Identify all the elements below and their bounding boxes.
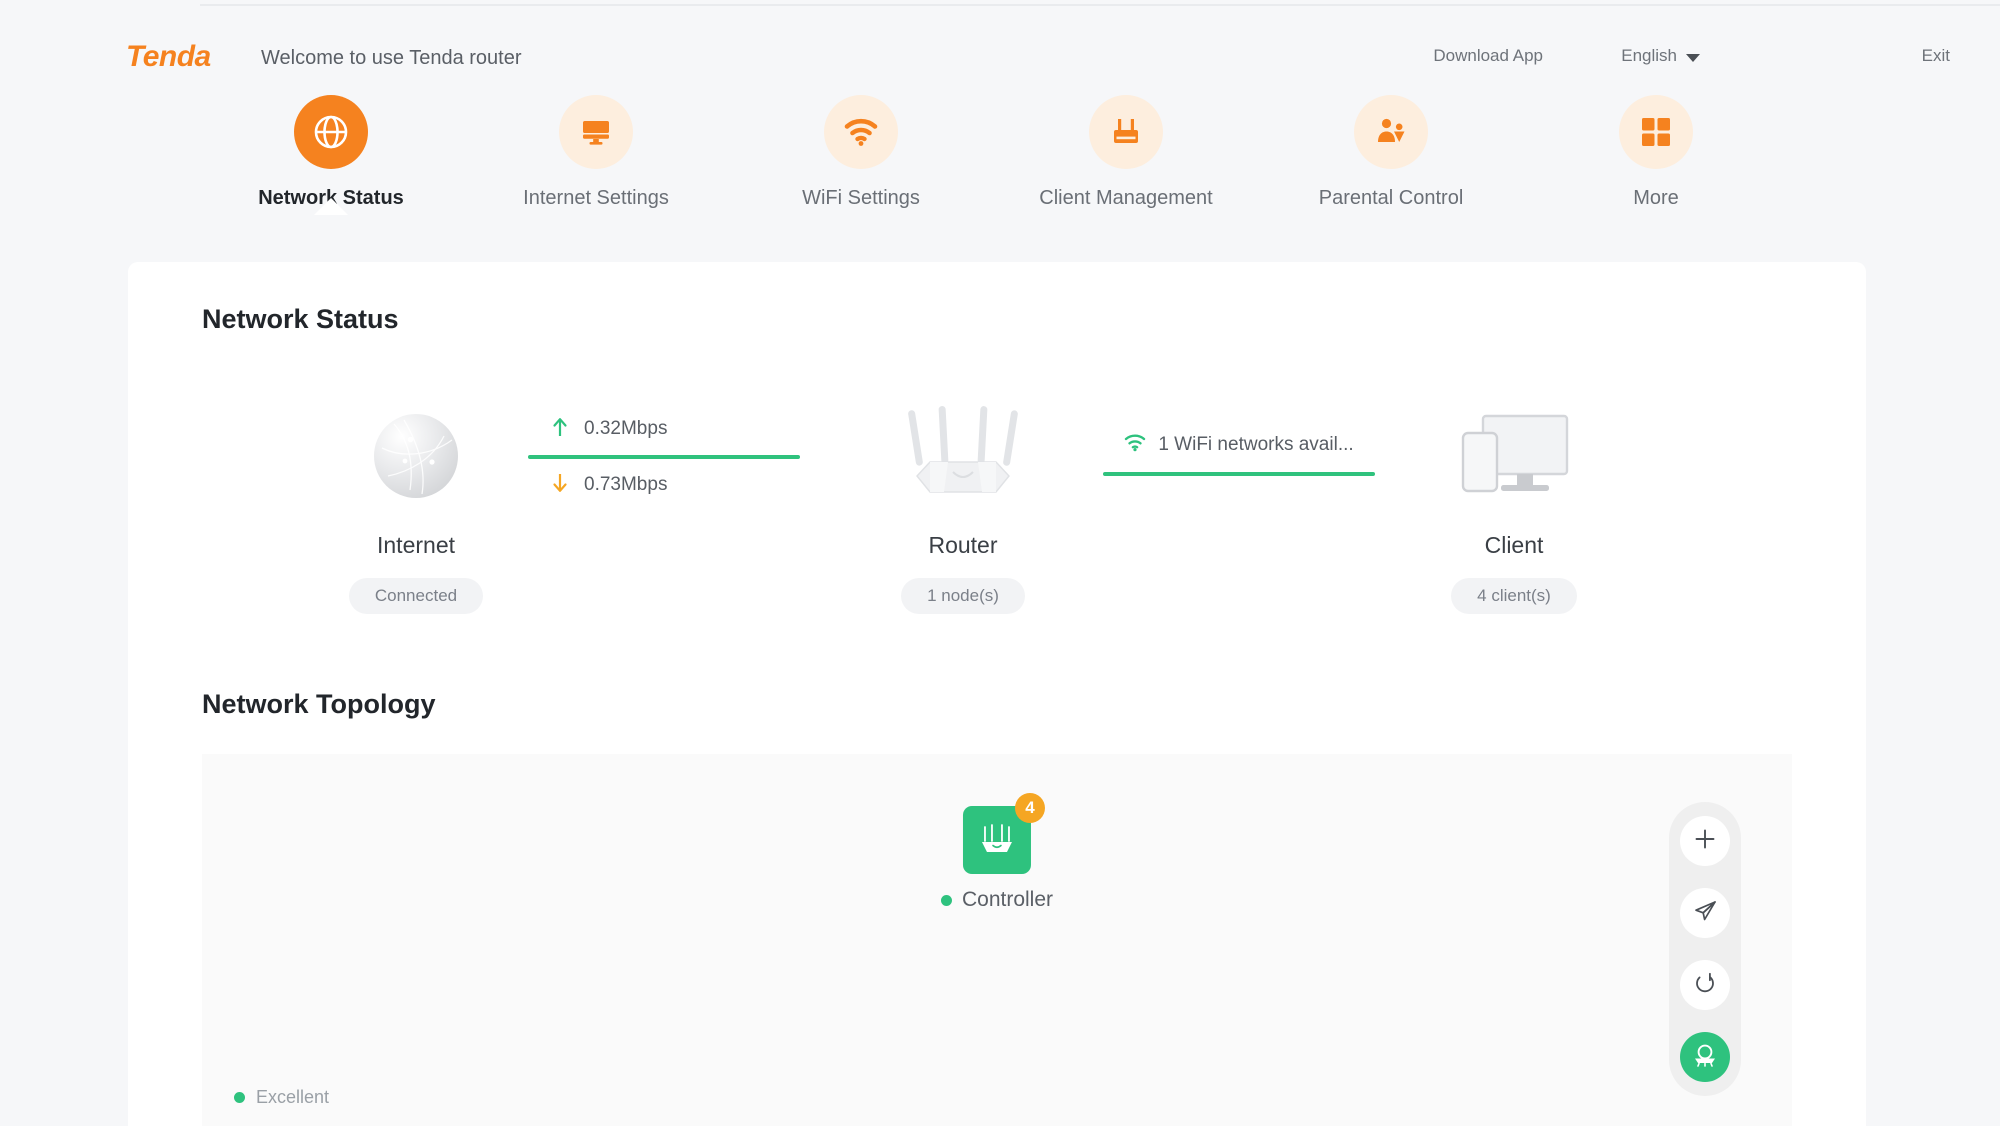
controller-label-row: Controller bbox=[940, 888, 1054, 912]
content-card: Network Status Internet Connected 0.32Mb… bbox=[128, 262, 1866, 1126]
nav-label: WiFi Settings bbox=[802, 187, 920, 209]
page-header: Tenda Welcome to use Tenda router Downlo… bbox=[0, 6, 2000, 73]
wifi-link: 1 WiFi networks avail... bbox=[1103, 430, 1375, 483]
wifi-connector-line bbox=[1103, 472, 1375, 476]
signal-quality-indicator: Excellent bbox=[234, 1087, 329, 1108]
speed-connector-line bbox=[528, 455, 800, 459]
nav-label: Client Management bbox=[1039, 187, 1213, 209]
reboot-button[interactable] bbox=[1680, 960, 1730, 1010]
grid-icon bbox=[1619, 95, 1693, 169]
router-locate-button[interactable] bbox=[1680, 1032, 1730, 1082]
paper-plane-icon bbox=[1693, 898, 1718, 928]
exit-link[interactable]: Exit bbox=[1922, 46, 1950, 66]
controller-node[interactable]: 4 Controller bbox=[940, 793, 1054, 912]
router-glyph-icon: 4 bbox=[962, 793, 1045, 874]
client-node: Client 4 client(s) bbox=[1394, 402, 1634, 614]
wifi-icon bbox=[1124, 434, 1146, 457]
monitor-phone-icon bbox=[1394, 402, 1634, 510]
tenda-logo: Tenda bbox=[126, 40, 211, 73]
router-icon bbox=[1089, 95, 1163, 169]
status-badge: 1 node(s) bbox=[901, 578, 1025, 614]
welcome-text: Welcome to use Tenda router bbox=[261, 47, 522, 69]
controller-label: Controller bbox=[961, 888, 1054, 911]
nav-item-network-status[interactable]: Network Status bbox=[216, 95, 446, 215]
status-badge: 4 client(s) bbox=[1451, 578, 1577, 614]
arrow-down-icon bbox=[552, 473, 568, 498]
nav-item-parental-control[interactable]: Parental Control bbox=[1276, 95, 1506, 210]
node-label: Internet bbox=[377, 532, 455, 558]
power-icon bbox=[1693, 971, 1717, 1000]
nav-label: More bbox=[1633, 187, 1679, 209]
nav-item-internet-settings[interactable]: Internet Settings bbox=[481, 95, 711, 210]
page-title: Network Status bbox=[202, 304, 399, 334]
nav-item-client-management[interactable]: Client Management bbox=[1011, 95, 1241, 210]
quality-status-dot bbox=[234, 1092, 245, 1103]
upload-speed-row: 0.32Mbps bbox=[528, 410, 868, 448]
wifi-icon bbox=[824, 95, 898, 169]
router-glyph-icon bbox=[1691, 1043, 1719, 1072]
network-topology-panel: 4 Controller Excellent bbox=[202, 754, 1792, 1126]
upload-speed-value: 0.32Mbps bbox=[584, 418, 668, 439]
nav-item-wifi-settings[interactable]: WiFi Settings bbox=[746, 95, 976, 210]
node-label: Client bbox=[1484, 532, 1544, 558]
add-node-button[interactable] bbox=[1680, 816, 1730, 866]
monitor-icon bbox=[559, 95, 633, 169]
topology-toolbar bbox=[1669, 802, 1741, 1096]
person-icon bbox=[1354, 95, 1428, 169]
internet-speed-link: 0.32Mbps 0.73Mbps bbox=[528, 410, 868, 504]
client-count-badge: 4 bbox=[1014, 793, 1045, 823]
nav-label: Parental Control bbox=[1318, 187, 1464, 209]
router-node: Router 1 node(s) bbox=[843, 402, 1083, 614]
wifi-networks-text: 1 WiFi networks avail... bbox=[1158, 434, 1354, 455]
status-badge: Connected bbox=[348, 578, 484, 614]
plus-icon bbox=[1693, 827, 1717, 856]
arrow-up-icon bbox=[552, 417, 568, 442]
main-navigation: Network Status Internet Settings WiFi Se… bbox=[0, 95, 2000, 262]
section-title-topology: Network Topology bbox=[202, 689, 436, 719]
node-label: Router bbox=[928, 532, 998, 558]
quality-label: Excellent bbox=[256, 1087, 330, 1107]
download-speed-value: 0.73Mbps bbox=[584, 474, 668, 495]
download-speed-row: 0.73Mbps bbox=[528, 466, 868, 504]
online-status-dot bbox=[940, 894, 952, 906]
nav-label: Internet Settings bbox=[523, 187, 669, 209]
nav-item-more[interactable]: More bbox=[1541, 95, 1771, 210]
router-admin-page: Tenda Welcome to use Tenda router Downlo… bbox=[0, 0, 2000, 1126]
chevron-down-icon bbox=[1686, 53, 1700, 62]
globe-icon bbox=[294, 95, 368, 169]
network-status-row: Internet Connected 0.32Mbps 0.73Mbps Rou… bbox=[128, 402, 1866, 652]
language-selector[interactable]: English bbox=[1621, 46, 1700, 66]
router-device-icon bbox=[843, 402, 1083, 510]
send-button[interactable] bbox=[1680, 888, 1730, 938]
active-tab-pointer bbox=[314, 198, 348, 215]
globe-sphere-icon bbox=[296, 402, 536, 510]
download-app-link[interactable]: Download App bbox=[1433, 46, 1543, 66]
language-label: English bbox=[1621, 46, 1677, 65]
wifi-info-row: 1 WiFi networks avail... bbox=[1103, 430, 1375, 460]
internet-node: Internet Connected bbox=[296, 402, 536, 614]
